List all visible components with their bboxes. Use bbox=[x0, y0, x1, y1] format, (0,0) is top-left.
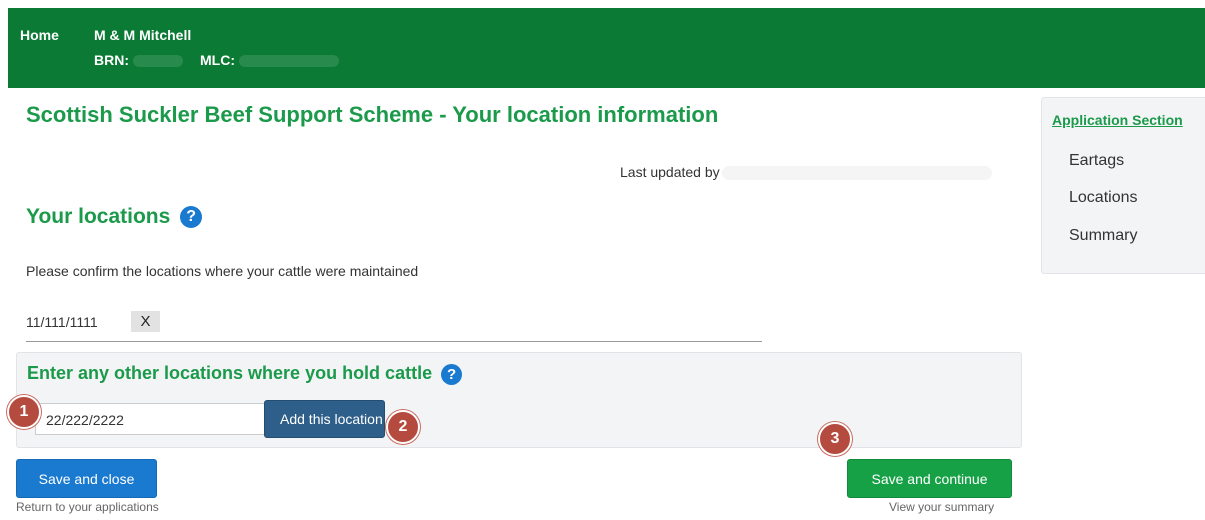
add-location-button[interactable]: Add this location bbox=[264, 400, 385, 438]
save-and-close-button[interactable]: Save and close bbox=[16, 459, 157, 498]
farm-name: M & M Mitchell bbox=[94, 27, 192, 43]
return-to-applications-link[interactable]: Return to your applications bbox=[16, 500, 159, 514]
other-locations-heading: Enter any other locations where you hold… bbox=[27, 363, 463, 385]
view-summary-link[interactable]: View your summary bbox=[889, 500, 994, 514]
sidebar-item-summary[interactable]: Summary bbox=[1069, 227, 1137, 245]
top-header: Home M & M Mitchell BRN: MLC: bbox=[8, 8, 1205, 88]
locations-instruction: Please confirm the locations where your … bbox=[26, 263, 419, 279]
mlc-group: MLC: bbox=[200, 52, 339, 68]
sidebar-heading[interactable]: Application Section bbox=[1052, 112, 1183, 128]
save-and-continue-button[interactable]: Save and continue bbox=[847, 459, 1012, 498]
page-title: Scottish Suckler Beef Support Scheme - Y… bbox=[26, 102, 719, 127]
brn-label: BRN: bbox=[94, 52, 129, 68]
your-locations-title: Your locations bbox=[26, 205, 171, 228]
sidebar-item-locations[interactable]: Locations bbox=[1069, 189, 1138, 207]
step-marker-1: 1 bbox=[7, 395, 41, 429]
step-marker-3: 3 bbox=[818, 422, 852, 456]
mlc-value-redacted bbox=[238, 55, 339, 68]
other-locations-title: Enter any other locations where you hold… bbox=[27, 363, 433, 383]
brn-value-redacted bbox=[132, 55, 183, 68]
step-marker-2: 2 bbox=[386, 410, 420, 444]
last-updated-label: Last updated by bbox=[620, 164, 720, 180]
other-locations-panel: Enter any other locations where you hold… bbox=[16, 352, 1022, 448]
location-code: 11/111/1111 bbox=[26, 314, 98, 330]
your-locations-heading: Your locations ? bbox=[26, 205, 203, 229]
last-updated: Last updated by bbox=[620, 164, 992, 181]
help-icon[interactable]: ? bbox=[441, 363, 463, 385]
home-link[interactable]: Home bbox=[20, 27, 59, 43]
mlc-label: MLC: bbox=[200, 52, 235, 68]
application-sidebar: Application Section Eartags Locations Su… bbox=[1041, 97, 1205, 274]
last-updated-value-redacted bbox=[721, 166, 992, 181]
location-item: 11/111/1111 X bbox=[26, 310, 762, 342]
remove-location-button[interactable]: X bbox=[131, 311, 160, 332]
sidebar-item-eartags[interactable]: Eartags bbox=[1069, 152, 1124, 170]
help-icon[interactable]: ? bbox=[180, 206, 203, 229]
business-ids: BRN: MLC: bbox=[94, 52, 339, 68]
location-input[interactable]: 22/222/2222 bbox=[35, 403, 275, 435]
